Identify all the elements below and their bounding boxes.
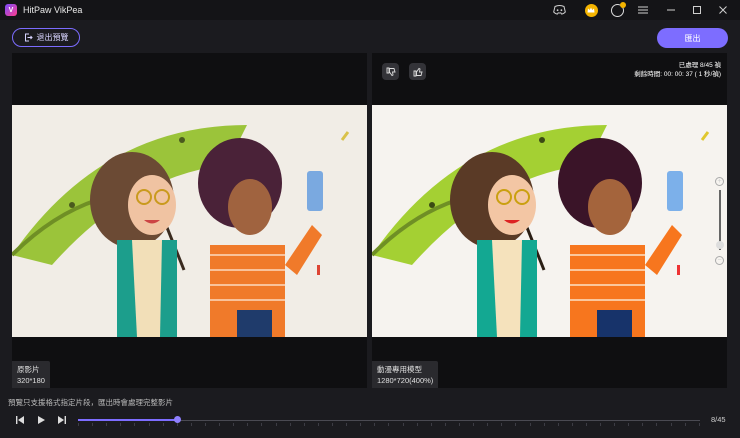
timeline-tick xyxy=(360,423,362,426)
thumbs-up-icon xyxy=(413,67,423,76)
timeline-tick xyxy=(331,423,333,426)
timeline-tick xyxy=(614,423,616,426)
next-frame-button[interactable] xyxy=(56,414,68,426)
original-video-label: 原影片 xyxy=(17,365,40,374)
cartoon-frame-original xyxy=(12,105,367,337)
export-button[interactable]: 匯出 xyxy=(657,28,728,48)
timeline-tick xyxy=(430,423,432,426)
timeline-progress xyxy=(78,419,177,421)
previous-frame-button[interactable] xyxy=(14,414,26,426)
remaining-time: 剩餘時間: 00: 00: 37 ( 1 秒/禎) xyxy=(634,71,721,78)
exit-preview-button[interactable]: 退出預覽 xyxy=(12,28,80,47)
timeline-tick xyxy=(444,423,446,426)
thumbs-up-button[interactable] xyxy=(409,63,426,80)
timeline-tick xyxy=(233,423,235,426)
play-icon xyxy=(38,416,45,424)
timeline-tick xyxy=(374,423,376,426)
timeline-tick xyxy=(78,423,79,426)
timeline-tick xyxy=(571,423,573,426)
minimize-icon[interactable] xyxy=(660,0,682,20)
timeline-tick xyxy=(670,423,672,426)
app-logo: V xyxy=(5,4,17,16)
timeline-tick xyxy=(176,423,178,426)
account-icon[interactable] xyxy=(606,0,628,20)
enhanced-video-info: 動漫專用模型 1280*720(400%) xyxy=(372,361,439,388)
timeline-tick xyxy=(134,423,136,426)
play-button[interactable] xyxy=(35,414,47,426)
thumbs-down-icon xyxy=(386,67,396,76)
timeline-tick xyxy=(628,423,630,426)
processed-frames: 已處理 8/45 禎 xyxy=(678,62,721,69)
timeline-tick xyxy=(557,423,559,426)
timeline-tick xyxy=(416,423,418,426)
discord-icon[interactable] xyxy=(548,0,570,20)
enhanced-video-frame xyxy=(372,105,727,337)
thumbs-down-button[interactable] xyxy=(382,63,399,80)
timeline-tick xyxy=(600,423,602,426)
timeline-tick xyxy=(585,423,587,426)
timeline-slider[interactable] xyxy=(78,416,700,426)
timeline-tick xyxy=(402,423,404,426)
timeline-tick xyxy=(642,423,644,426)
zoom-out-button[interactable]: − xyxy=(715,256,724,265)
timeline-tick xyxy=(190,423,192,426)
zoom-in-button[interactable]: + xyxy=(715,177,724,186)
menu-icon[interactable] xyxy=(632,0,654,20)
timeline-tick xyxy=(275,423,277,426)
close-icon[interactable] xyxy=(712,0,734,20)
enhanced-resolution: 1280*720(400%) xyxy=(377,376,434,385)
timeline-tick xyxy=(529,423,531,426)
timeline-handle[interactable] xyxy=(173,416,181,423)
timeline-tick xyxy=(501,423,503,426)
cartoon-frame-enhanced xyxy=(372,105,727,337)
exit-preview-label: 退出預覽 xyxy=(36,33,69,42)
original-video-panel: 原影片 320*180 xyxy=(12,53,367,388)
processing-status: 已處理 8/45 禎 剩餘時間: 00: 00: 37 ( 1 秒/禎) xyxy=(634,61,721,79)
timeline-tick xyxy=(247,423,249,426)
original-video-info: 原影片 320*180 xyxy=(12,361,50,388)
timeline-tick xyxy=(346,423,348,426)
timeline-tick xyxy=(289,423,291,426)
timeline-tick xyxy=(219,423,221,426)
skip-forward-icon xyxy=(58,416,66,424)
timeline-tick xyxy=(317,423,319,426)
timeline-tick xyxy=(148,423,150,426)
timeline-tick xyxy=(487,423,489,426)
title-bar: V HitPaw VikPea xyxy=(0,0,740,20)
timeline-tick xyxy=(388,423,390,426)
timeline-tick xyxy=(515,423,517,426)
timeline-tick xyxy=(92,423,94,426)
preview-note: 預覽只支援格式指定片段，匯出時會處理完整影片 xyxy=(8,398,173,407)
timeline-tick xyxy=(120,423,122,426)
maximize-icon[interactable] xyxy=(686,0,708,20)
window-controls xyxy=(548,0,740,20)
timeline-tick xyxy=(543,423,545,426)
timeline-tick xyxy=(473,423,475,426)
exit-icon xyxy=(24,33,33,42)
timeline-tick xyxy=(698,423,700,426)
original-video-resolution: 320*180 xyxy=(17,376,45,385)
timeline-tick xyxy=(162,423,164,426)
timeline-tick xyxy=(684,423,686,426)
timeline-tick xyxy=(106,423,108,426)
zoom-slider-handle[interactable] xyxy=(716,241,724,249)
timeline-ticks xyxy=(78,423,700,426)
timeline-tick xyxy=(204,423,206,426)
app-logo-letter: V xyxy=(8,6,14,14)
original-video-frame xyxy=(12,105,367,337)
timeline-tick xyxy=(303,423,305,426)
timeline-tick xyxy=(656,423,658,426)
timeline-tick xyxy=(261,423,263,426)
frame-counter: 8/45 xyxy=(711,415,726,424)
enhanced-video-panel: 已處理 8/45 禎 剩餘時間: 00: 00: 37 ( 1 秒/禎) 動漫專… xyxy=(372,53,727,388)
model-label: 動漫專用模型 xyxy=(377,365,422,374)
skip-back-icon xyxy=(16,416,24,424)
app-title: HitPaw VikPea xyxy=(23,5,83,15)
timeline-tick xyxy=(458,423,460,426)
crown-icon[interactable] xyxy=(580,0,602,20)
